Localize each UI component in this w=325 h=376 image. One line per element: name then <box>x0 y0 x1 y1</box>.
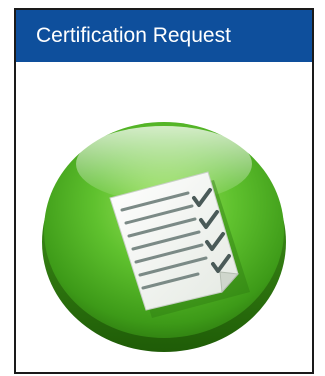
checklist-document-icon <box>42 122 286 352</box>
certification-request-card[interactable]: Certification Request <box>14 8 314 374</box>
card-title: Certification Request <box>16 10 312 62</box>
certification-request-button[interactable] <box>38 106 290 358</box>
card-body <box>16 62 312 372</box>
